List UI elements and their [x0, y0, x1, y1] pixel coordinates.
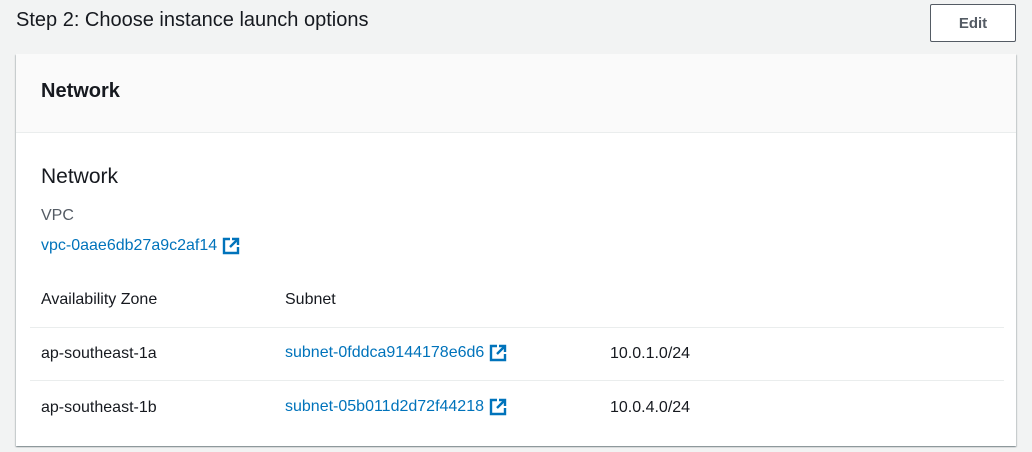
step-title: Step 2: Choose instance launch options	[16, 9, 369, 31]
row-cidr: 10.0.1.0/24	[610, 345, 691, 362]
external-link-icon	[489, 398, 507, 416]
column-header-availability-zone: Availability Zone	[41, 291, 158, 308]
vpc-label: VPC	[41, 207, 74, 224]
row-availability-zone: ap-southeast-1b	[41, 399, 157, 416]
row-divider	[30, 380, 1004, 381]
row-cidr: 10.0.4.0/24	[610, 399, 691, 416]
section-title: Network	[41, 165, 119, 188]
panel-header: Network	[16, 54, 1016, 133]
external-link-icon	[490, 344, 507, 362]
panel-title: Network	[41, 80, 120, 102]
vpc-link[interactable]: vpc-0aae6db27a9c2af14	[41, 237, 240, 255]
edit-button[interactable]: Edit	[930, 4, 1016, 42]
vpc-link-text: vpc-0aae6db27a9c2af14	[41, 237, 218, 254]
row-divider	[30, 327, 1004, 328]
row-availability-zone: ap-southeast-1a	[41, 345, 157, 362]
step-header: Step 2: Choose instance launch options E…	[0, 0, 1032, 54]
subnet-link-text: subnet-0fddca9144178e6d6	[285, 344, 485, 361]
subnet-link[interactable]: subnet-0fddca9144178e6d6	[285, 344, 507, 362]
subnet-link-text: subnet-05b011d2d72f44218	[285, 398, 484, 415]
external-link-icon	[222, 237, 240, 255]
subnet-link[interactable]: subnet-05b011d2d72f44218	[285, 398, 507, 416]
network-panel: Network Network VPC vpc-0aae6db27a9c2af1…	[16, 54, 1016, 446]
column-header-subnet: Subnet	[285, 291, 336, 308]
